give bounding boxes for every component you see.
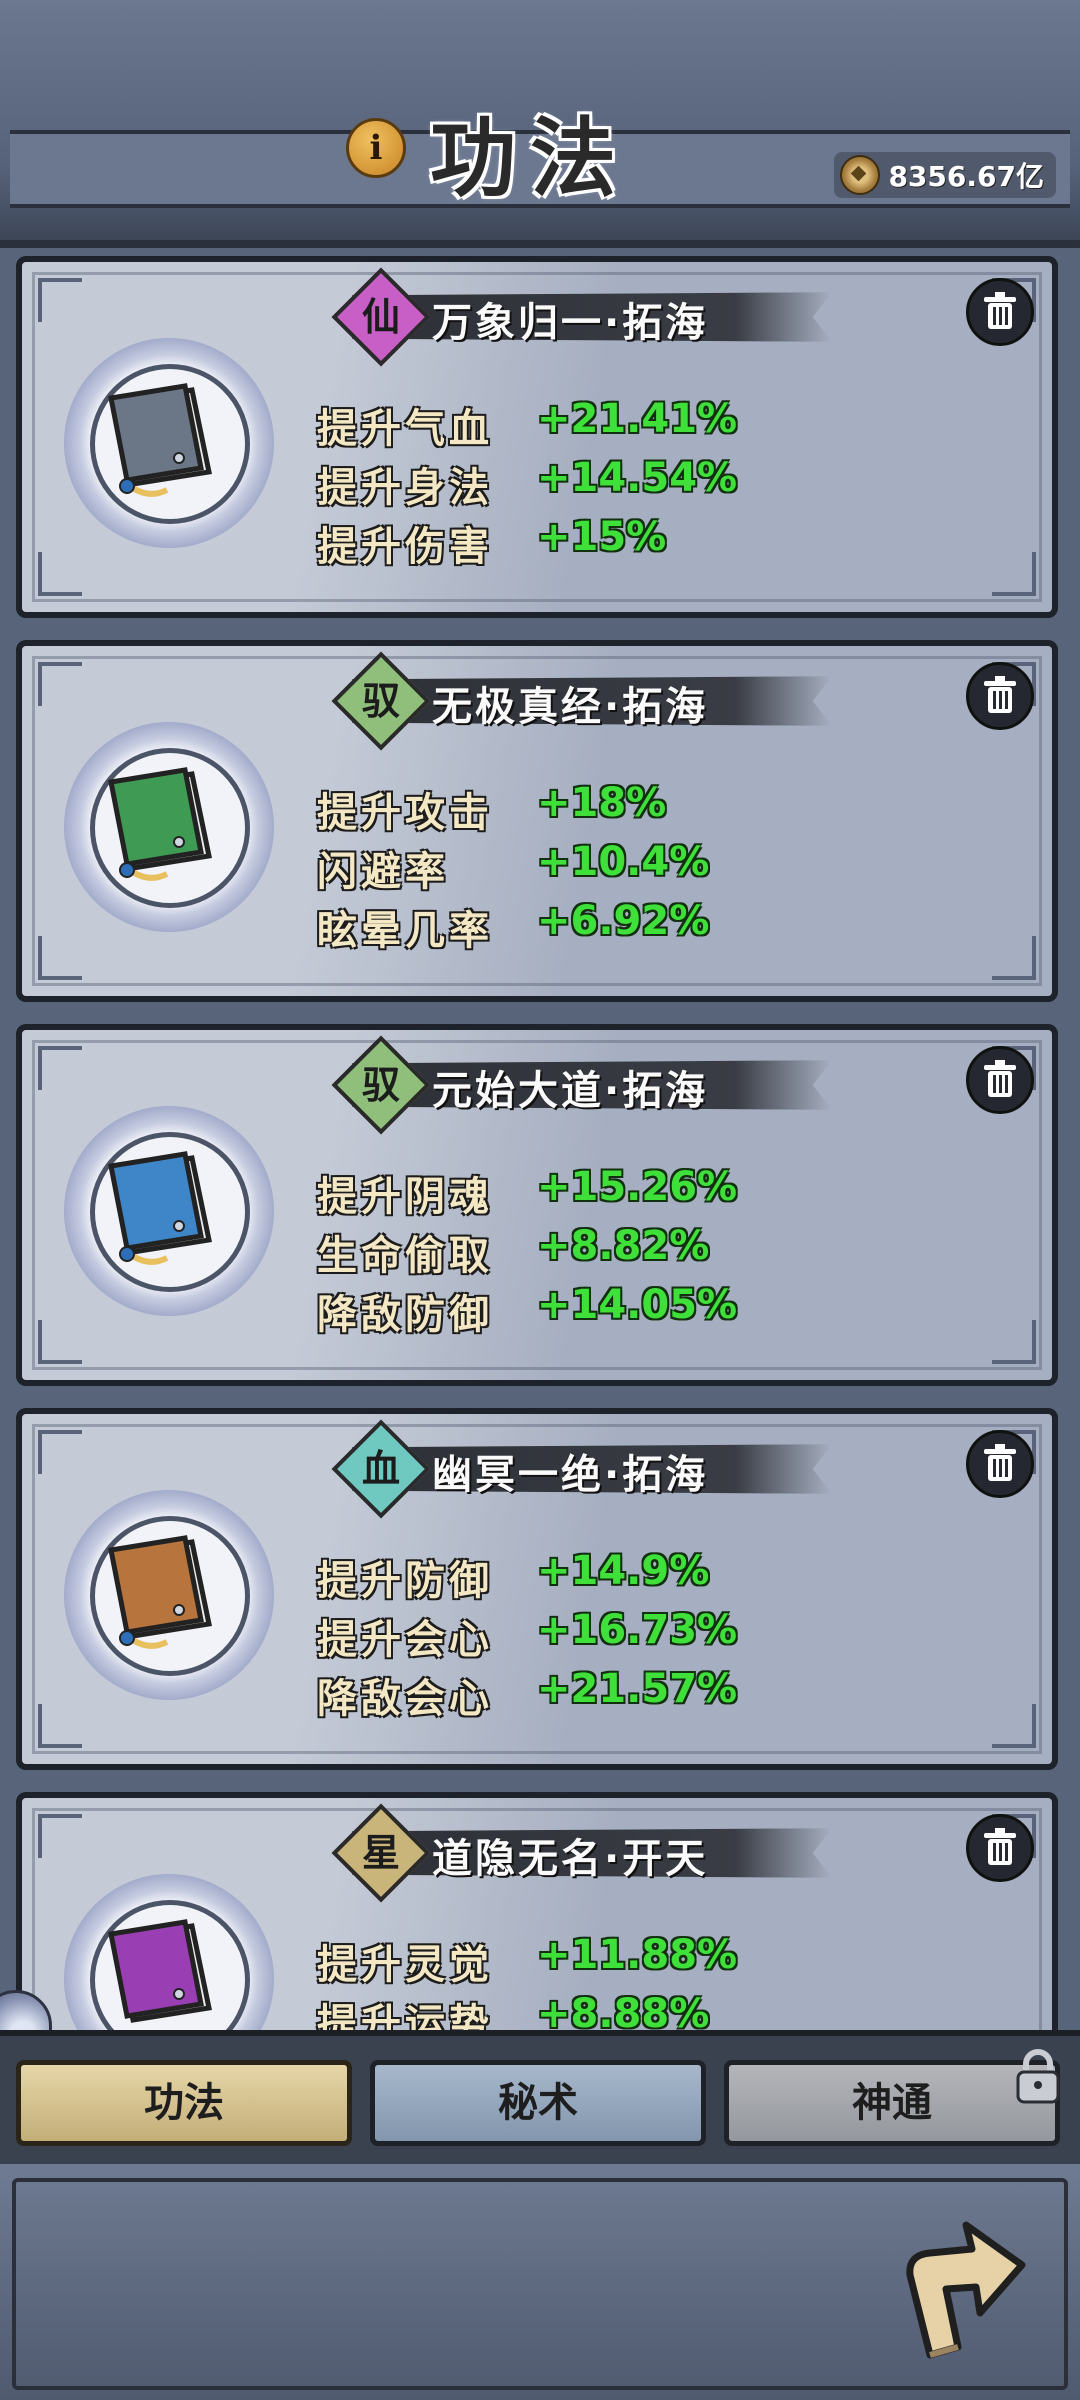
tab-secret-arts[interactable]: 秘术 [370,2060,706,2146]
frame-corner [38,278,82,322]
stat-label: 提升会心 [317,1617,493,1663]
frame-corner [992,936,1036,980]
stat-label: 提升身法 [317,465,493,511]
frame-corner [992,1704,1036,1748]
stat-value: +8.82% [537,1223,710,1269]
skill-card[interactable]: 星 道隐无名·开天 提升灵觉 +11.88% 提升运势 +8.88% [16,1792,1058,2032]
frame-corner [38,1046,82,1090]
currency-display: 8356.67亿 [834,152,1056,198]
skill-name: 无极真经·拓海 [432,684,709,730]
frame-corner [38,1814,82,1858]
book-icon [108,1151,212,1265]
grade-badge-text: 星 [361,1830,400,1875]
trash-icon[interactable] [966,278,1034,346]
stat-label: 提升伤害 [317,524,493,570]
book-icon [108,767,212,881]
skill-card[interactable]: 血 幽冥一绝·拓海 提升防御 +14.9% 提升会心 +16.73% 降敌会心 … [16,1408,1058,1770]
skill-card[interactable]: 驭 元始大道·拓海 提升阴魂 +15.26% 生命偷取 +8.82% 降敌防御 … [16,1024,1058,1386]
trash-icon[interactable] [966,662,1034,730]
frame-corner [38,1704,82,1748]
skill-card[interactable]: 仙 万象归一·拓海 提升气血 +21.41% 提升身法 +14.54% 提升伤害… [16,256,1058,618]
tab-bar: 功法 秘术 神通 [0,2030,1080,2170]
stat-label: 提升气血 [317,406,493,452]
stat-value: +8.88% [537,1991,710,2032]
trash-icon[interactable] [966,1046,1034,1114]
stat-value: +21.41% [537,396,738,442]
stat-label: 眩晕几率 [317,908,493,954]
grade-badge-text: 驭 [361,1062,400,1107]
stat-value: +10.4% [537,839,710,885]
frame-corner [38,662,82,706]
stat-value: +18% [537,780,667,826]
stat-label: 降敌防御 [317,1292,493,1338]
stat-value: +15.26% [537,1164,738,1210]
stat-value: +15% [537,514,667,560]
skill-name: 万象归一·拓海 [432,300,709,346]
frame-corner [992,552,1036,596]
skill-name: 幽冥一绝·拓海 [432,1452,709,1498]
skill-name: 道隐无名·开天 [432,1836,709,1882]
frame-corner [38,1320,82,1364]
page-title: 功法 [430,109,630,209]
stat-value: +16.73% [537,1607,738,1653]
stat-value: +14.9% [537,1548,710,1594]
info-icon[interactable]: i [346,118,406,178]
grade-badge-text: 血 [361,1446,400,1491]
coin-icon [840,155,881,195]
tab-skills[interactable]: 功法 [16,2060,352,2146]
stat-value: +11.88% [537,1932,738,1978]
currency-amount: 8356.67亿 [888,160,1044,193]
grade-badge-text: 驭 [361,678,400,723]
stat-label: 提升运势 [317,2001,493,2032]
stat-value: +14.54% [537,455,738,501]
skill-name: 元始大道·拓海 [432,1068,709,1114]
book-icon [108,1535,212,1649]
stat-value: +21.57% [537,1666,738,1712]
back-arrow-icon[interactable] [900,2215,1030,2365]
frame-corner [38,1430,82,1474]
stat-label: 提升攻击 [317,790,493,836]
frame-corner [38,936,82,980]
trash-icon[interactable] [966,1430,1034,1498]
skill-list[interactable]: 仙 万象归一·拓海 提升气血 +21.41% 提升身法 +14.54% 提升伤害… [0,256,1080,2032]
stat-label: 闪避率 [317,849,449,895]
trash-icon[interactable] [966,1814,1034,1882]
lock-icon [1016,2049,1060,2104]
book-icon [108,383,212,497]
stat-label: 降敌会心 [317,1676,493,1722]
stat-label: 提升防御 [317,1558,493,1604]
stat-label: 生命偷取 [317,1233,493,1279]
stat-label: 提升阴魂 [317,1174,493,1220]
tab-divine-powers[interactable]: 神通 [724,2060,1060,2146]
frame-corner [38,552,82,596]
frame-corner [992,1320,1036,1364]
stat-value: +6.92% [537,898,710,944]
grade-badge-text: 仙 [361,294,400,339]
header: i 功法 8356.67亿 [0,0,1080,248]
stat-label: 提升灵觉 [317,1942,493,1988]
stat-value: +14.05% [537,1282,738,1328]
skill-card[interactable]: 驭 无极真经·拓海 提升攻击 +18% 闪避率 +10.4% 眩晕几率 +6.9… [16,640,1058,1002]
book-icon [108,1919,212,2023]
